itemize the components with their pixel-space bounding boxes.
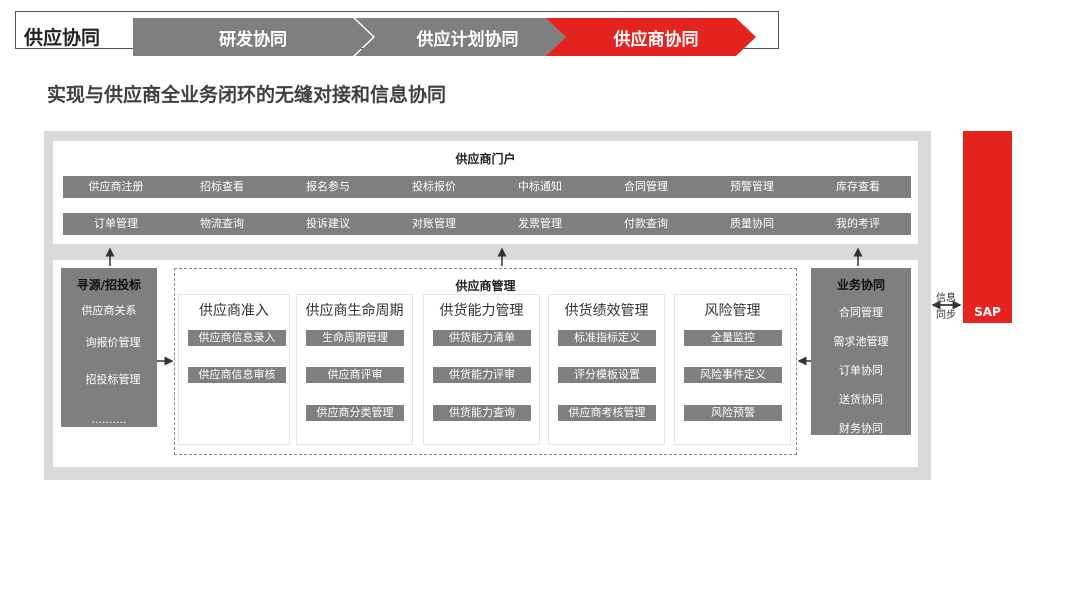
mgmt-item[interactable]: 风险事件定义 xyxy=(684,367,782,383)
sync-label-1: 信息 xyxy=(936,293,956,304)
mgmt-item[interactable]: 供应商评审 xyxy=(306,367,404,383)
portal-item[interactable]: 我的考评 xyxy=(805,213,911,235)
stage-supply-plan-collab[interactable]: 供应计划协同 xyxy=(355,18,570,56)
sourcing-item[interactable]: 询报价管理 xyxy=(69,334,157,350)
portal-item[interactable]: 发票管理 xyxy=(487,213,593,235)
portal-item[interactable]: 预警管理 xyxy=(699,176,805,198)
mgmt-item[interactable]: 供应商信息录入 xyxy=(188,330,286,346)
sourcing-item[interactable]: 招投标管理 xyxy=(69,371,157,387)
business-item[interactable]: 需求池管理 xyxy=(811,333,911,349)
management-title: 供应商管理 xyxy=(455,279,516,293)
mgmt-item[interactable]: 风险预警 xyxy=(684,405,782,421)
column-title: 风险管理 xyxy=(704,303,761,319)
mgmt-column-capability: 供货能力管理 供货能力清单 供货能力评审 供货能力查询 xyxy=(424,295,539,444)
mgmt-column-risk: 风险管理 全量监控 风险事件定义 风险预警 xyxy=(675,295,790,444)
portal-item[interactable]: 中标通知 xyxy=(487,176,593,198)
portal-item[interactable]: 库存查看 xyxy=(805,176,911,198)
business-title: 业务协同 xyxy=(836,278,885,292)
header-title: 供应协同 xyxy=(24,27,101,49)
sourcing-more: .......... xyxy=(91,413,127,426)
business-item[interactable]: 送货协同 xyxy=(811,391,911,407)
portal-item[interactable]: 投标报价 xyxy=(381,176,487,198)
mgmt-column-performance: 供货绩效管理 标准指标定义 评分模板设置 供应商考核管理 xyxy=(549,295,664,444)
mgmt-item[interactable]: 供应商分类管理 xyxy=(306,405,404,421)
sourcing-title: 寻源/招投标 xyxy=(76,278,142,292)
mgmt-item[interactable]: 供货能力评审 xyxy=(433,367,531,383)
column-title: 供货绩效管理 xyxy=(564,303,649,319)
mgmt-item[interactable]: 标准指标定义 xyxy=(558,330,656,346)
portal-item[interactable]: 对账管理 xyxy=(381,213,487,235)
business-collab-box: 业务协同 合同管理 需求池管理 订单协同 送货协同 财务协同 xyxy=(811,268,911,435)
business-item[interactable]: 合同管理 xyxy=(811,304,911,320)
portal-row-1: 供应商注册 招标查看 报名参与 投标报价 中标通知 合同管理 预警管理 库存查看 xyxy=(63,176,911,198)
portal-title: 供应商门户 xyxy=(455,152,516,166)
portal-item[interactable]: 投诉建议 xyxy=(275,213,381,235)
portal-item[interactable]: 付款查询 xyxy=(593,213,699,235)
mgmt-item[interactable]: 全量监控 xyxy=(684,330,782,346)
mgmt-item[interactable]: 评分模板设置 xyxy=(558,367,656,383)
mgmt-column-lifecycle: 供应商生命周期 生命周期管理 供应商评审 供应商分类管理 xyxy=(297,295,412,444)
stage-supplier-collab[interactable]: 供应商协同 xyxy=(546,18,756,56)
stage-label: 供应计划协同 xyxy=(416,29,519,50)
sap-label: SAP xyxy=(974,305,1001,319)
mgmt-item[interactable]: 供货能力清单 xyxy=(433,330,531,346)
business-item[interactable]: 订单协同 xyxy=(811,362,911,378)
stage-label: 研发协同 xyxy=(219,29,287,50)
column-title: 供货能力管理 xyxy=(439,303,524,319)
portal-item[interactable]: 招标查看 xyxy=(169,176,275,198)
sync-label-2: 同步 xyxy=(936,310,956,321)
column-title: 供应商生命周期 xyxy=(305,303,404,319)
portal-item[interactable]: 订单管理 xyxy=(63,213,169,235)
sourcing-box: 寻源/招投标 供应商关系 询报价管理 招投标管理 .......... xyxy=(61,268,157,427)
mgmt-column-admission: 供应商准入 供应商信息录入 供应商信息审核 xyxy=(179,295,289,444)
portal-item[interactable]: 合同管理 xyxy=(593,176,699,198)
portal-item[interactable]: 报名参与 xyxy=(275,176,381,198)
sap-system: SAP xyxy=(963,131,1012,323)
stage-rd-collab[interactable]: 研发协同 xyxy=(133,18,373,56)
sourcing-item[interactable]: 供应商关系 xyxy=(61,302,157,318)
mgmt-item[interactable]: 供货能力查询 xyxy=(433,405,531,421)
portal-item[interactable]: 质量协同 xyxy=(699,213,805,235)
page-subtitle: 实现与供应商全业务闭环的无缝对接和信息协同 xyxy=(47,84,447,106)
portal-item[interactable]: 供应商注册 xyxy=(63,176,169,198)
business-item[interactable]: 财务协同 xyxy=(811,420,911,436)
stage-label: 供应商协同 xyxy=(613,29,699,50)
column-title: 供应商准入 xyxy=(199,303,269,319)
portal-row-2: 订单管理 物流查询 投诉建议 对账管理 发票管理 付款查询 质量协同 我的考评 xyxy=(63,213,911,235)
mgmt-item[interactable]: 供应商考核管理 xyxy=(558,405,656,421)
supplier-portal: 供应商门户 供应商注册 招标查看 报名参与 投标报价 中标通知 合同管理 预警管… xyxy=(53,141,918,244)
mgmt-item[interactable]: 生命周期管理 xyxy=(306,330,404,346)
mgmt-item[interactable]: 供应商信息审核 xyxy=(188,367,286,383)
portal-item[interactable]: 物流查询 xyxy=(169,213,275,235)
